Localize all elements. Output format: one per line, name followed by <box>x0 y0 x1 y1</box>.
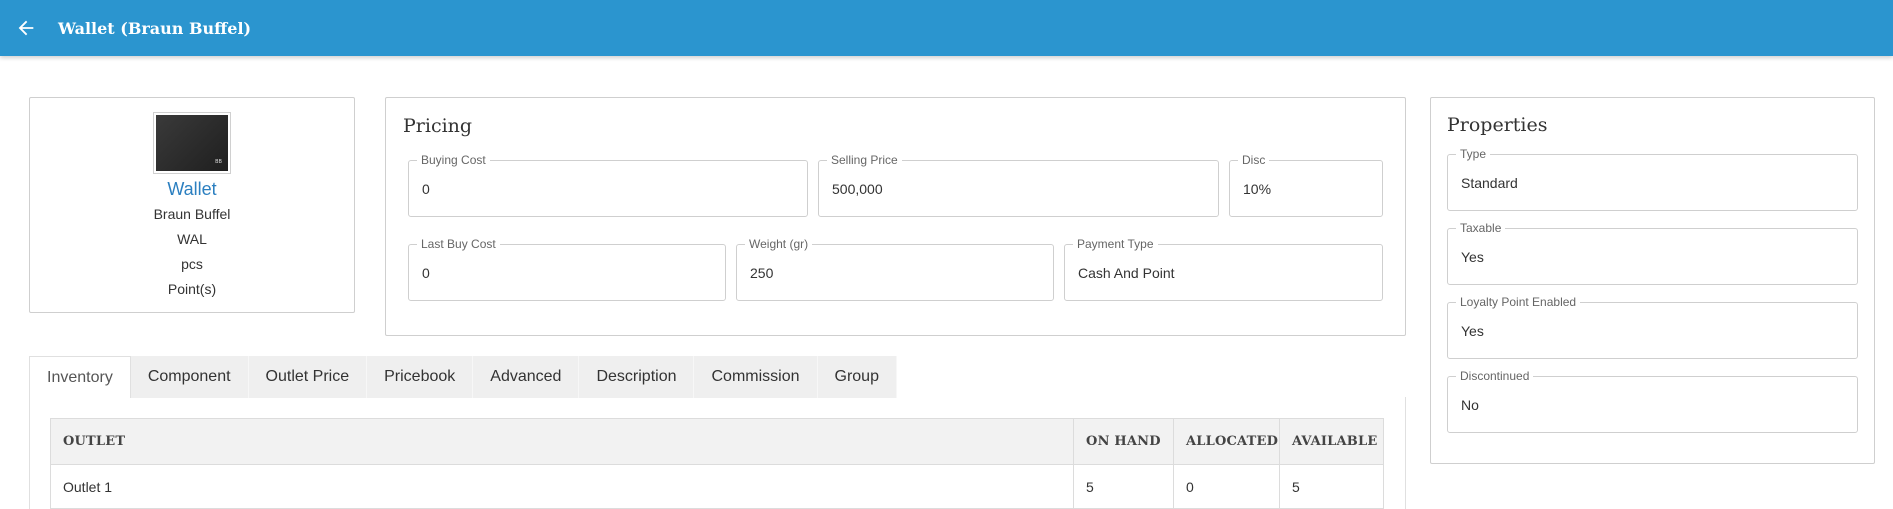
cell-allocated: 0 <box>1173 464 1280 509</box>
weight-value: 250 <box>750 264 774 281</box>
product-brand: Braun Buffel <box>153 206 231 222</box>
product-image[interactable] <box>153 112 231 174</box>
tab-pricebook[interactable]: Pricebook <box>367 356 474 398</box>
selling-price-value: 500,000 <box>832 180 883 197</box>
selling-price-field[interactable]: Selling Price 500,000 <box>818 153 1219 217</box>
cell-on-hand: 5 <box>1073 464 1174 509</box>
inventory-table: OUTLET ON HAND ALLOCATED AVAILABLE Outle… <box>49 418 1385 509</box>
taxable-value: Yes <box>1461 248 1484 265</box>
pricing-card: Pricing Buying Cost 0 Selling Price 500,… <box>385 97 1406 336</box>
product-summary-card: Wallet Braun Buffel WAL pcs Point(s) <box>29 97 355 313</box>
payment-type-value: Cash And Point <box>1078 264 1175 281</box>
tab-group[interactable]: Group <box>817 356 897 398</box>
taxable-label: Taxable <box>1456 221 1506 235</box>
product-code: WAL <box>177 231 207 247</box>
product-unit: pcs <box>181 256 203 272</box>
weight-label: Weight (gr) <box>745 237 813 251</box>
disc-field[interactable]: Disc 10% <box>1229 153 1383 217</box>
properties-card: Properties Type Standard Taxable Yes Loy… <box>1430 97 1875 464</box>
discontinued-field[interactable]: Discontinued No <box>1447 369 1858 433</box>
column-header-allocated[interactable]: ALLOCATED <box>1173 418 1280 465</box>
disc-value: 10% <box>1243 180 1272 197</box>
column-header-available[interactable]: AVAILABLE <box>1278 418 1385 465</box>
pricing-title: Pricing <box>403 115 473 137</box>
back-button[interactable] <box>0 0 52 56</box>
tab-advanced[interactable]: Advanced <box>473 356 580 398</box>
tab-commission[interactable]: Commission <box>694 356 818 398</box>
column-header-outlet[interactable]: OUTLET <box>49 418 1075 465</box>
selling-price-label: Selling Price <box>827 153 902 167</box>
type-value: Standard <box>1461 174 1518 191</box>
buying-cost-field[interactable]: Buying Cost 0 <box>408 153 808 217</box>
type-field[interactable]: Type Standard <box>1447 147 1858 211</box>
payment-type-label: Payment Type <box>1073 237 1158 251</box>
table-header-row: OUTLET ON HAND ALLOCATED AVAILABLE <box>49 418 1385 465</box>
page-title: Wallet (Braun Buffel) <box>58 18 252 38</box>
loyalty-point-value: Yes <box>1461 322 1484 339</box>
weight-field[interactable]: Weight (gr) 250 <box>736 237 1054 301</box>
tab-outlet-price[interactable]: Outlet Price <box>248 356 368 398</box>
app-header: Wallet (Braun Buffel) <box>0 0 1893 56</box>
cell-outlet: Outlet 1 <box>49 464 1075 509</box>
tab-description[interactable]: Description <box>579 356 695 398</box>
type-label: Type <box>1456 147 1491 161</box>
discontinued-value: No <box>1461 396 1479 413</box>
loyalty-point-label: Loyalty Point Enabled <box>1456 295 1581 309</box>
cell-available: 5 <box>1278 464 1385 509</box>
tab-component[interactable]: Component <box>130 356 249 398</box>
last-buy-cost-label: Last Buy Cost <box>417 237 500 251</box>
column-header-on-hand[interactable]: ON HAND <box>1073 418 1174 465</box>
discontinued-label: Discontinued <box>1456 369 1534 383</box>
buying-cost-value: 0 <box>422 180 430 197</box>
disc-label: Disc <box>1238 153 1270 167</box>
last-buy-cost-field[interactable]: Last Buy Cost 0 <box>408 237 726 301</box>
taxable-field[interactable]: Taxable Yes <box>1447 221 1858 285</box>
product-points: Point(s) <box>167 281 217 297</box>
inventory-panel: OUTLET ON HAND ALLOCATED AVAILABLE Outle… <box>29 397 1406 509</box>
product-name: Wallet <box>167 179 217 199</box>
payment-type-field[interactable]: Payment Type Cash And Point <box>1064 237 1383 301</box>
buying-cost-label: Buying Cost <box>417 153 490 167</box>
loyalty-point-field[interactable]: Loyalty Point Enabled Yes <box>1447 295 1858 359</box>
table-row[interactable]: Outlet 1 5 0 5 <box>49 464 1385 509</box>
arrow-left-icon <box>18 20 34 36</box>
last-buy-cost-value: 0 <box>422 264 430 281</box>
properties-title: Properties <box>1447 114 1548 136</box>
detail-tabs: Inventory Component Outlet Price Pricebo… <box>29 356 897 398</box>
tab-inventory[interactable]: Inventory <box>29 356 131 398</box>
